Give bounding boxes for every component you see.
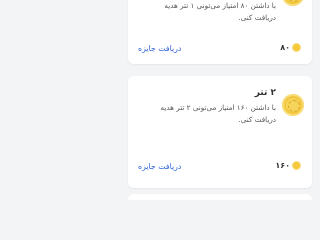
claim-reward-button[interactable]: دریافت جایزه — [138, 44, 181, 53]
reward-description-line: دریافت کنی. — [238, 115, 276, 124]
reward-coin-icon — [282, 94, 304, 116]
reward-card — [128, 194, 312, 200]
reward-card: با داشتن ۸۰ امتیاز می‌تونی ۱ تتر هدیه در… — [128, 0, 312, 64]
claim-reward-button[interactable]: دریافت جایزه — [138, 162, 181, 171]
reward-description: با داشتن ۱۶۰ امتیاز می‌تونی ۲ تتر هدیه د… — [136, 102, 276, 126]
reward-description: با داشتن ۸۰ امتیاز می‌تونی ۱ تتر هدیه در… — [136, 0, 276, 24]
reward-description-line: با داشتن ۸۰ امتیاز می‌تونی ۱ تتر هدیه — [164, 1, 276, 10]
reward-points: ۸۰ — [280, 43, 300, 52]
reward-title: ۲ تتر — [254, 88, 276, 98]
coin-icon — [293, 162, 300, 169]
rewards-list: با داشتن ۸۰ امتیاز می‌تونی ۱ تتر هدیه در… — [120, 0, 320, 200]
reward-description-line: دریافت کنی. — [238, 13, 276, 22]
reward-points: ۱۶۰ — [275, 161, 300, 170]
reward-description-line: با داشتن ۱۶۰ امتیاز می‌تونی ۲ تتر هدیه — [160, 103, 276, 112]
reward-card: ۲ تتر با داشتن ۱۶۰ امتیاز می‌تونی ۲ تتر … — [128, 76, 312, 188]
reward-coin-icon — [282, 0, 304, 6]
coin-icon — [293, 44, 300, 51]
points-value: ۸۰ — [280, 43, 290, 52]
points-value: ۱۶۰ — [275, 161, 290, 170]
